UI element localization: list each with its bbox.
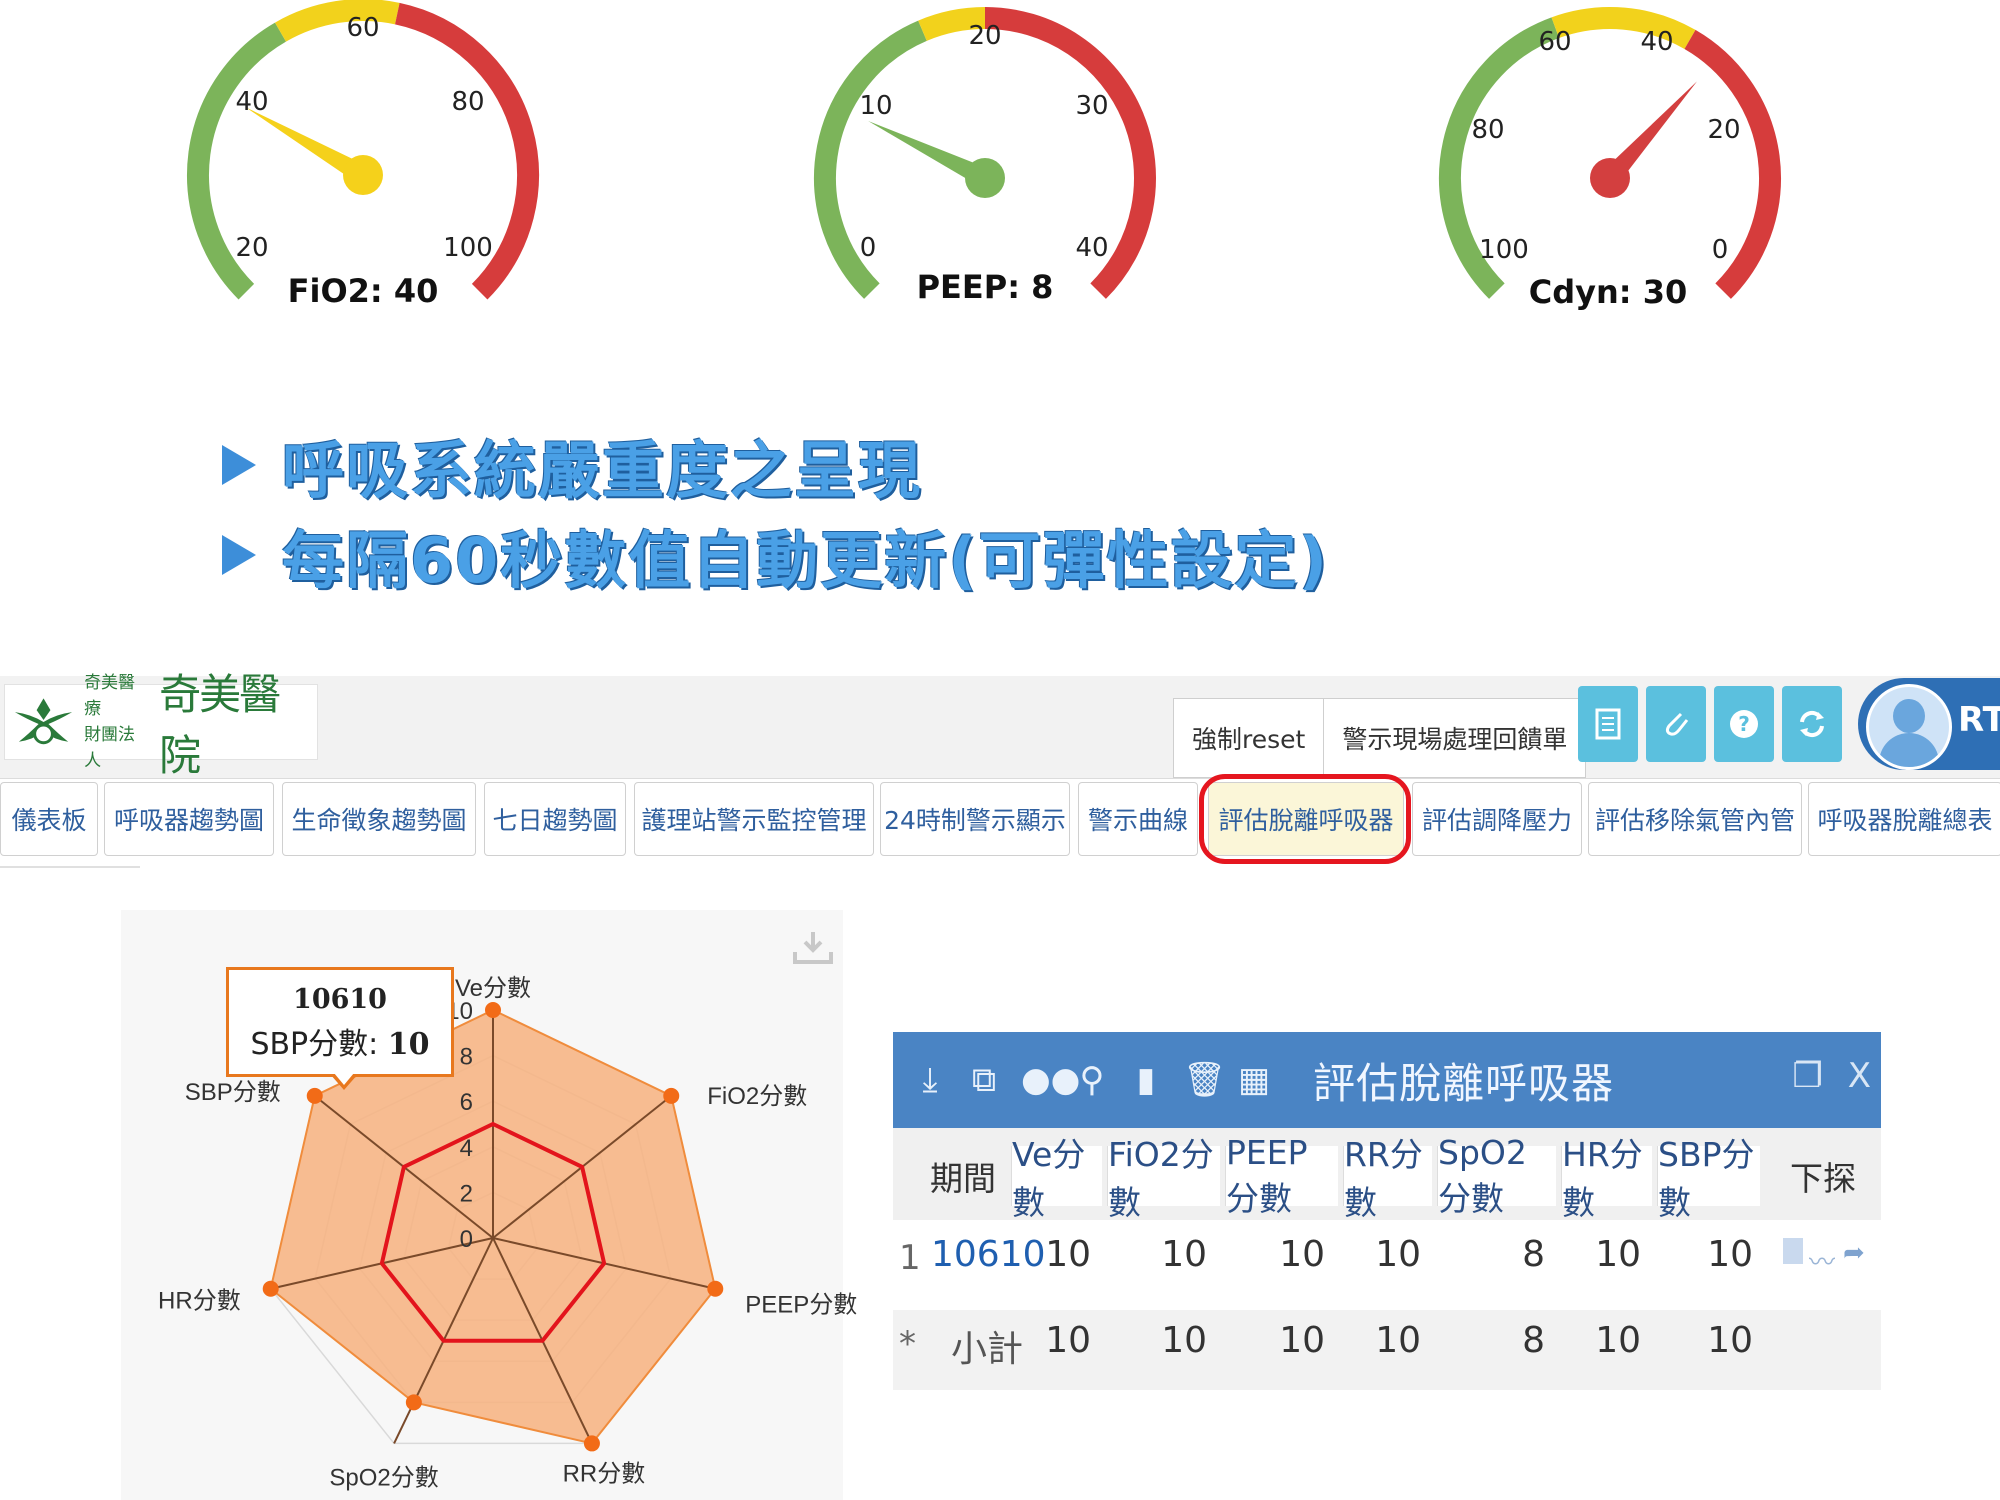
tooltip-pointer-inner: [334, 1073, 354, 1085]
hr-score-cell: 10: [1595, 1234, 1641, 1275]
radar-point: [583, 1435, 600, 1452]
rr-score-cell: 10: [1375, 1234, 1421, 1275]
tooltip-body: SBP分數: 10: [229, 1019, 451, 1063]
grid-toolbar: ⤓ ⧉ ●● ⚲ ▮ 🗑 ▦ 評估脫離呼吸器 ❐ X: [893, 1032, 1881, 1128]
column-period[interactable]: 期間: [923, 1146, 1003, 1206]
close-icon[interactable]: X: [1848, 1056, 1871, 1096]
spo2-score-cell: 8: [1522, 1234, 1545, 1275]
bar-chart-icon[interactable]: ▮: [1129, 1060, 1163, 1100]
fio2-score-cell: 10: [1161, 1234, 1207, 1275]
radar-axis-label: SBP分數: [185, 1079, 281, 1106]
rr-score-cell: 10: [1375, 1320, 1421, 1361]
radar-tick-label: 2: [460, 1180, 473, 1207]
grid-column-header: 期間 Ve分數 FiO2分數 PEEP分數 RR分數 SpO2分數 HR分數 S…: [893, 1128, 1881, 1222]
peep-score-cell: 10: [1279, 1320, 1325, 1361]
radar-point: [262, 1280, 279, 1297]
radar-point: [306, 1087, 323, 1104]
column-ve-score[interactable]: Ve分數: [1011, 1135, 1102, 1222]
restore-window-icon[interactable]: ❐: [1792, 1056, 1822, 1096]
export-download-icon[interactable]: ⤓: [913, 1060, 947, 1100]
column-spo2-score[interactable]: SpO2分數: [1437, 1133, 1556, 1218]
column-rr-score[interactable]: RR分數: [1343, 1135, 1432, 1222]
chart-tooltip: 10610 SBP分數: 10: [226, 967, 454, 1077]
binoculars-icon[interactable]: ●●: [1021, 1060, 1080, 1100]
ve-score-cell: 10: [1045, 1234, 1091, 1275]
window-controls: ❐ X: [1792, 1056, 1871, 1096]
radar-point: [663, 1087, 680, 1104]
row-number: *: [899, 1324, 916, 1364]
radar-axis-label: RR分數: [563, 1460, 646, 1487]
open-external-icon[interactable]: ⧉: [967, 1060, 1001, 1100]
column-drilldown[interactable]: 下探: [1783, 1146, 1863, 1206]
column-fio2-score[interactable]: FiO2分數: [1107, 1135, 1220, 1222]
radar-point: [485, 1002, 501, 1018]
radar-axis-label: Ve分數: [455, 975, 531, 1002]
radar-point: [405, 1394, 422, 1411]
fio2-score-cell: 10: [1161, 1320, 1207, 1361]
radar-tick-label: 8: [460, 1044, 473, 1071]
peep-score-cell: 10: [1279, 1234, 1325, 1275]
radar-point: [707, 1280, 724, 1297]
tooltip-title: 10610: [293, 984, 387, 1015]
column-sbp-score[interactable]: SBP分數: [1657, 1135, 1760, 1222]
trend-chart-icon[interactable]: 〰: [1809, 1242, 1835, 1279]
sbp-score-cell: 10: [1707, 1320, 1753, 1361]
column-peep-score[interactable]: PEEP分數: [1225, 1133, 1338, 1218]
radar-axis-label: HR分數: [158, 1288, 241, 1315]
radar-tick-label: 0: [460, 1226, 473, 1253]
ve-score-cell: 10: [1045, 1320, 1091, 1361]
radar-axis-label: PEEP分數: [745, 1292, 857, 1319]
radar-axis-label: SpO2分數: [329, 1464, 438, 1491]
spo2-score-cell: 8: [1522, 1320, 1545, 1361]
column-hr-score[interactable]: HR分數: [1561, 1135, 1652, 1222]
hr-score-cell: 10: [1595, 1320, 1641, 1361]
select-columns-icon[interactable]: ▦: [1237, 1060, 1271, 1100]
trash-icon[interactable]: 🗑: [1183, 1060, 1226, 1100]
share-icon[interactable]: ➦: [1843, 1238, 1865, 1268]
map-pin-icon[interactable]: ⚲: [1075, 1060, 1109, 1100]
tooltip-label: SBP分數:: [250, 1027, 388, 1062]
radar-axis-label: FiO2分數: [707, 1083, 807, 1110]
table-view-icon[interactable]: [1783, 1238, 1803, 1264]
table-row[interactable]: 1 10610 10 10 10 10 8 10 10 〰 ➦: [893, 1224, 1881, 1304]
table-row-subtotal: * 小計 10 10 10 10 8 10 10: [893, 1310, 1881, 1390]
radar-tick-label: 4: [460, 1135, 473, 1162]
weaning-assessment-grid: ⤓ ⧉ ●● ⚲ ▮ 🗑 ▦ 評估脫離呼吸器 ❐ X 期間 Ve分數 FiO2分…: [893, 1032, 1881, 1390]
tooltip-value: 10: [387, 1027, 430, 1062]
sbp-score-cell: 10: [1707, 1234, 1753, 1275]
radar-tick-label: 6: [460, 1089, 473, 1116]
row-number: 1: [899, 1238, 921, 1278]
grid-title: 評估脫離呼吸器: [1313, 1058, 1615, 1108]
